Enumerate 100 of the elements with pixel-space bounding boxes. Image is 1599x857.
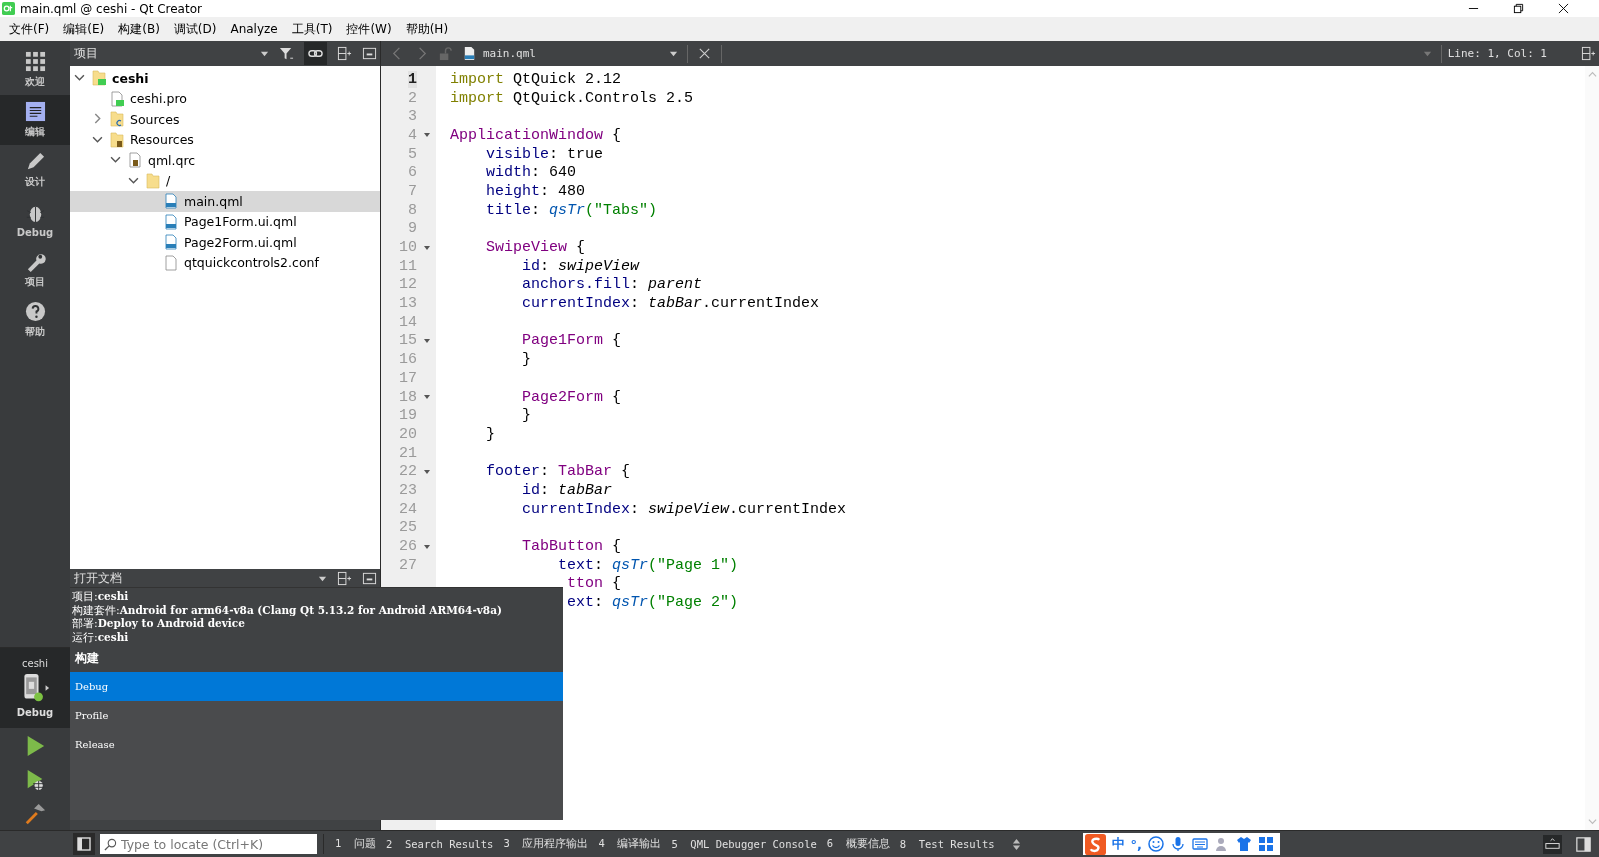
line-number: 12 [399,276,417,294]
line-number: 25 [399,519,417,537]
close-icon[interactable] [697,46,712,61]
restore-icon[interactable] [1513,3,1524,14]
code-line: ApplicationWindow { [450,126,622,144]
mode-button[interactable]: 项目 [0,245,70,295]
dropdown-icon[interactable] [260,49,269,58]
ime-mode[interactable]: 中 [1111,835,1125,853]
code-line: currentIndex: tabBar.currentIndex [522,295,820,313]
code-line: import QtQuick 2.12 [450,70,622,88]
grid-icon [24,51,46,72]
sidebar-toggle-icon[interactable] [73,833,95,855]
chevron-down-icon[interactable] [74,72,85,84]
line-number: 5 [408,145,417,163]
output-tab[interactable]: 8 Test Results [894,838,1000,850]
fold-marker-icon[interactable] [422,336,431,345]
dropdown-icon[interactable] [669,49,678,58]
code-line: Page1Form { [522,332,622,350]
menu-item[interactable]: 构建(B) [111,18,167,40]
tree-item[interactable]: qtquickcontrols2.conf [70,252,380,273]
chevron-down-icon[interactable] [110,154,121,166]
menu-item[interactable]: 编辑(E) [56,18,112,40]
progress-toggle-icon[interactable] [1543,834,1562,854]
mode-button[interactable]: 欢迎 [0,45,70,95]
shirt-icon[interactable] [1236,836,1253,852]
microphone-icon[interactable] [1170,836,1187,852]
qml-file-icon [163,193,179,210]
menu-item[interactable]: 控件(W) [339,18,399,40]
line-number: 11 [399,257,417,275]
tree-item[interactable]: ceshi.pro [70,88,380,109]
search-field[interactable]: Type to locate (Ctrl+K) [100,834,317,854]
sidebar-toggle-icon[interactable] [1574,834,1593,854]
fold-marker-icon[interactable] [422,467,431,476]
line-number: 16 [399,351,417,369]
output-tab[interactable]: 4 编译输出 [593,837,667,851]
smiley-icon[interactable] [1148,836,1165,852]
build-option[interactable]: Profile [70,701,563,730]
kit-selector[interactable]: ceshi Debug [0,648,70,728]
tree-item[interactable]: main.qml [70,191,380,212]
output-tab[interactable]: 1 问题 [330,837,381,851]
build-option[interactable]: Release [70,730,563,759]
code-line: footer: TabBar { [486,463,631,481]
filter-icon[interactable] [279,46,294,61]
keyboard-icon[interactable] [1192,836,1209,852]
line-number: 15 [399,332,417,350]
qml-file-icon [163,234,179,251]
build-option[interactable]: Debug [70,672,563,701]
up-down-icon[interactable] [1011,837,1021,851]
line-number: 7 [408,182,417,200]
tree-item[interactable]: ceshi [70,68,380,89]
code-line: title: qsTr("Tabs") [486,201,658,219]
fold-marker-icon[interactable] [422,243,431,252]
output-tab[interactable]: 2 Search Results [380,838,499,850]
ime-punctuation[interactable]: °, [1130,836,1143,852]
code-line: } [486,425,496,443]
link-icon[interactable] [304,42,327,65]
close-icon[interactable] [1558,3,1569,14]
code-line: visible: true [486,145,604,163]
apps-icon[interactable] [1258,836,1275,852]
tree-item[interactable]: Resources [70,129,380,150]
tree-item[interactable]: Sources [70,109,380,130]
code-line: anchors.fill: parent [522,276,703,294]
mode-button[interactable]: 编辑 [0,95,70,145]
mode-button[interactable]: 帮助 [0,295,70,345]
code-line: tton { [567,575,622,593]
search-icon [104,837,117,851]
menu-item[interactable]: 调试(D) [166,18,224,40]
menu-item[interactable]: Analyze [223,20,285,38]
split-icon[interactable] [337,571,352,586]
menu-item[interactable]: 文件(F) [2,18,57,40]
hammer-icon[interactable] [24,803,46,825]
output-tab[interactable]: 6 概要信息 [821,837,895,851]
mode-button[interactable]: 设计 [0,145,70,195]
code-line: height: 480 [486,182,586,200]
cursor-position: Line: 1, Col: 1 [1447,47,1547,60]
tree-item[interactable]: Page2Form.ui.qml [70,232,380,253]
line-number: 17 [399,369,417,387]
tree-item[interactable]: / [70,170,380,191]
line-number: 2 [408,89,417,107]
ime-logo-icon[interactable] [1084,833,1106,855]
help-icon [24,301,46,322]
chevron-right-icon[interactable] [92,113,103,125]
fold-marker-icon[interactable] [422,542,431,551]
split-icon[interactable] [337,46,352,61]
mode-button[interactable]: Debug [0,195,70,245]
split-icon[interactable] [1581,46,1596,61]
close-pane-icon[interactable] [362,46,377,61]
line-number: 8 [408,201,417,219]
tree-item[interactable]: Page1Form.ui.qml [70,211,380,232]
menu-item[interactable]: 帮助(H) [398,18,456,40]
dropdown-icon[interactable] [318,574,327,583]
line-number: 24 [399,500,417,518]
code-line: TabButton { [522,538,622,556]
code-line: } [522,407,532,425]
close-pane-icon[interactable] [362,571,377,586]
line-number: 26 [399,538,417,556]
output-tab[interactable]: 5 QML Debugger Console [666,838,822,850]
tree-item[interactable]: qml.qrc [70,150,380,171]
output-tab[interactable]: 3 应用程序输出 [498,837,594,851]
menu-item[interactable]: 工具(T) [284,18,340,40]
